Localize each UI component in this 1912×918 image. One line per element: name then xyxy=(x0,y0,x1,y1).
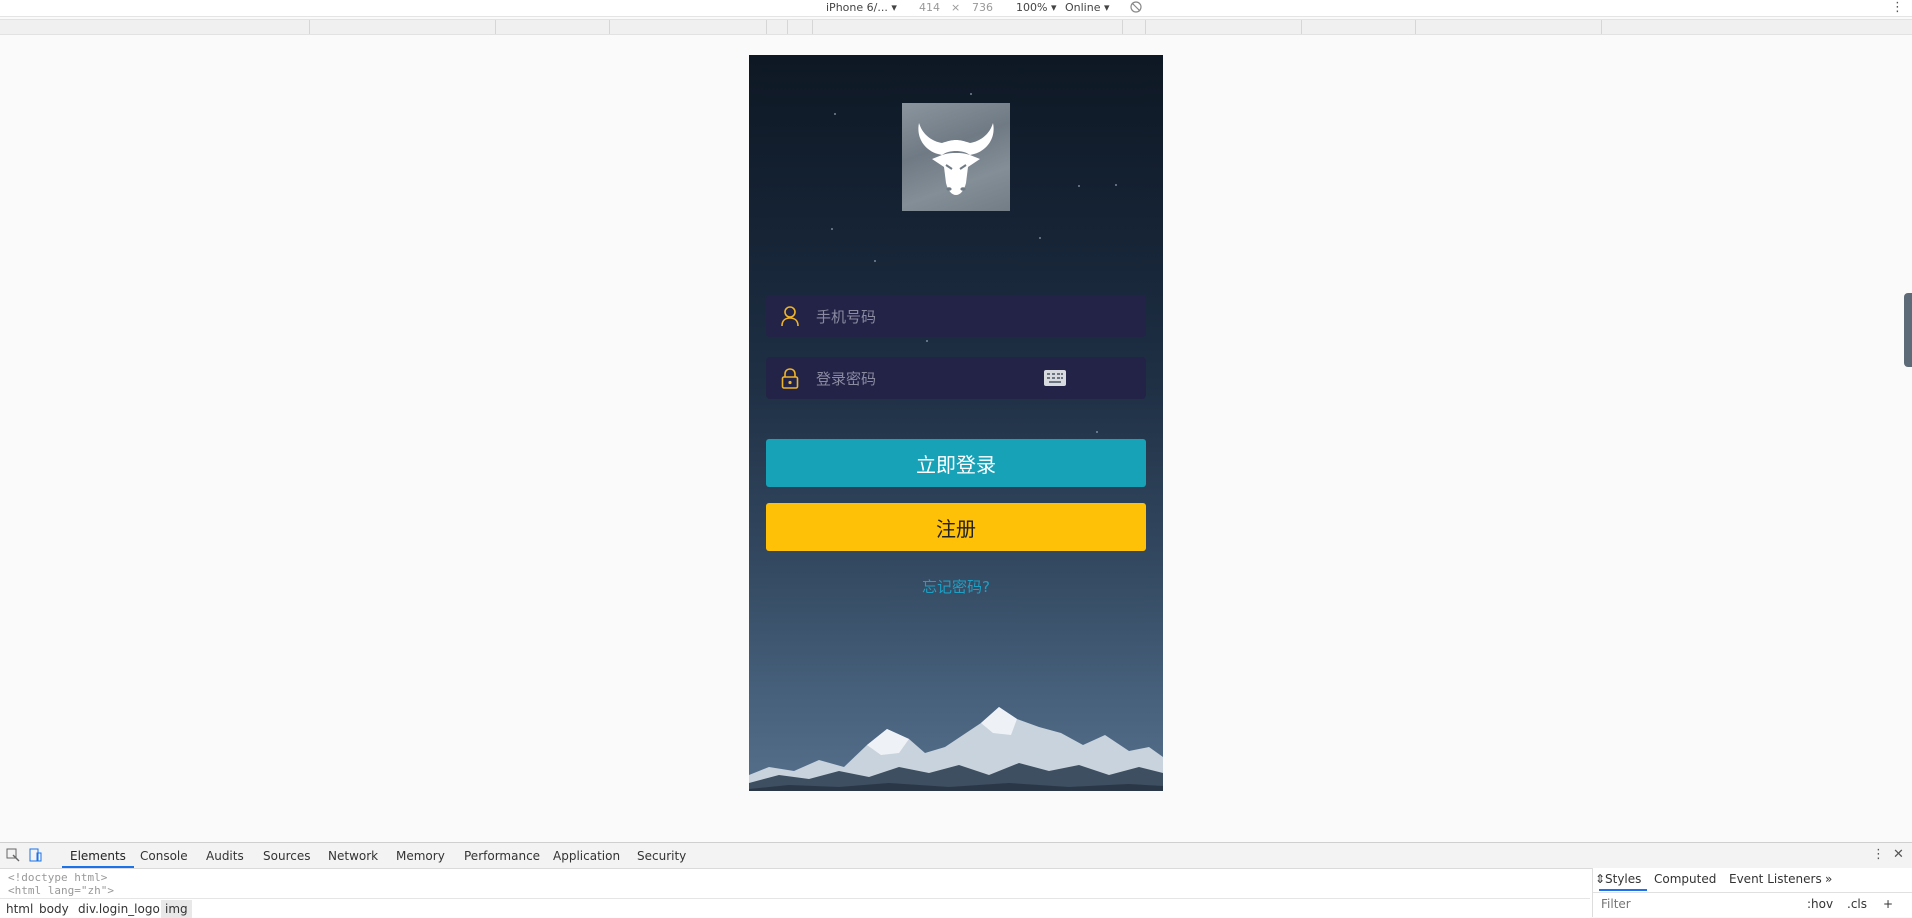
dimension-separator: × xyxy=(951,1,961,14)
device-name: iPhone 6/... xyxy=(826,1,888,14)
devtools-menu-icon[interactable]: ⋮ xyxy=(1872,847,1885,862)
bull-logo xyxy=(902,103,1010,211)
devtools-panel: Elements Console Audits Sources Network … xyxy=(0,842,1912,918)
inspect-icon[interactable] xyxy=(6,848,20,862)
side-panel-handle[interactable] xyxy=(1904,293,1912,367)
register-button[interactable]: 注册 xyxy=(766,503,1146,551)
rotate-icon[interactable] xyxy=(1129,0,1143,17)
media-query-ruler xyxy=(0,19,1912,35)
hov-toggle[interactable]: :hov xyxy=(1807,897,1833,911)
viewport-height[interactable]: 736 xyxy=(972,1,993,14)
tab-computed[interactable]: Computed xyxy=(1654,872,1716,886)
tab-performance[interactable]: Performance xyxy=(464,849,540,863)
throttle-value: Online xyxy=(1065,1,1101,14)
viewport-width[interactable]: 414 xyxy=(919,1,940,14)
phone-input[interactable] xyxy=(814,295,1038,339)
cls-toggle[interactable]: .cls xyxy=(1847,897,1867,911)
breadcrumb-div[interactable]: div.login_logo xyxy=(78,902,160,916)
more-tabs-icon[interactable]: » xyxy=(1825,872,1832,886)
tab-network[interactable]: Network xyxy=(328,849,378,863)
lock-icon xyxy=(780,367,800,389)
device-mode-icon[interactable] xyxy=(28,848,42,862)
breadcrumb-html[interactable]: html xyxy=(6,902,33,916)
device-toolbar: iPhone 6/... ▾ 414 × 736 100% ▾ Online ▾… xyxy=(0,0,1912,17)
tab-application[interactable]: Application xyxy=(553,849,620,863)
throttle-select[interactable]: Online ▾ xyxy=(1065,1,1110,14)
dom-line[interactable]: <html lang="zh"> xyxy=(8,884,114,897)
phone-field[interactable] xyxy=(766,295,1146,339)
tab-event-listeners[interactable]: Event Listeners xyxy=(1729,872,1822,886)
styles-pane: ⇕ Styles Computed Event Listeners » :hov… xyxy=(1592,868,1912,917)
forgot-password-link[interactable]: 忘记密码? xyxy=(749,576,1163,597)
password-input[interactable] xyxy=(814,357,1038,401)
zoom-value: 100% xyxy=(1016,1,1048,14)
login-button[interactable]: 立即登录 xyxy=(766,439,1146,487)
filter-input[interactable] xyxy=(1599,896,1753,912)
keyboard-icon[interactable] xyxy=(1044,370,1066,386)
device-select[interactable]: iPhone 6/... ▾ xyxy=(826,1,897,14)
devtools-tabbar: Elements Console Audits Sources Network … xyxy=(0,843,1912,869)
vertical-dots-icon[interactable]: ⋮ xyxy=(1891,0,1904,15)
tab-sources[interactable]: Sources xyxy=(263,849,310,863)
tab-audits[interactable]: Audits xyxy=(206,849,244,863)
tab-console[interactable]: Console xyxy=(140,849,188,863)
scroll-arrows-icon[interactable]: ⇕ xyxy=(1595,872,1605,886)
user-icon xyxy=(780,305,800,327)
tab-styles[interactable]: Styles xyxy=(1598,872,1648,891)
zoom-select[interactable]: 100% ▾ xyxy=(1016,1,1056,14)
breadcrumb: html body div.login_logo img xyxy=(0,898,1590,918)
dom-tree: <!doctype html> <html lang="zh"> xyxy=(8,871,114,897)
phone-viewport: 立即登录 注册 忘记密码? xyxy=(749,55,1163,791)
tab-security[interactable]: Security xyxy=(637,849,686,863)
styles-filter-bar: :hov .cls + xyxy=(1593,892,1912,917)
new-rule-button[interactable]: + xyxy=(1883,897,1893,911)
breadcrumb-img[interactable]: img xyxy=(161,900,192,918)
dom-line[interactable]: <!doctype html> xyxy=(8,871,114,884)
tab-memory[interactable]: Memory xyxy=(396,849,445,863)
tab-elements[interactable]: Elements xyxy=(62,849,134,868)
password-field[interactable] xyxy=(766,357,1146,401)
breadcrumb-body[interactable]: body xyxy=(39,902,69,916)
mountains-image xyxy=(749,707,1163,791)
close-icon[interactable]: ✕ xyxy=(1893,847,1904,862)
